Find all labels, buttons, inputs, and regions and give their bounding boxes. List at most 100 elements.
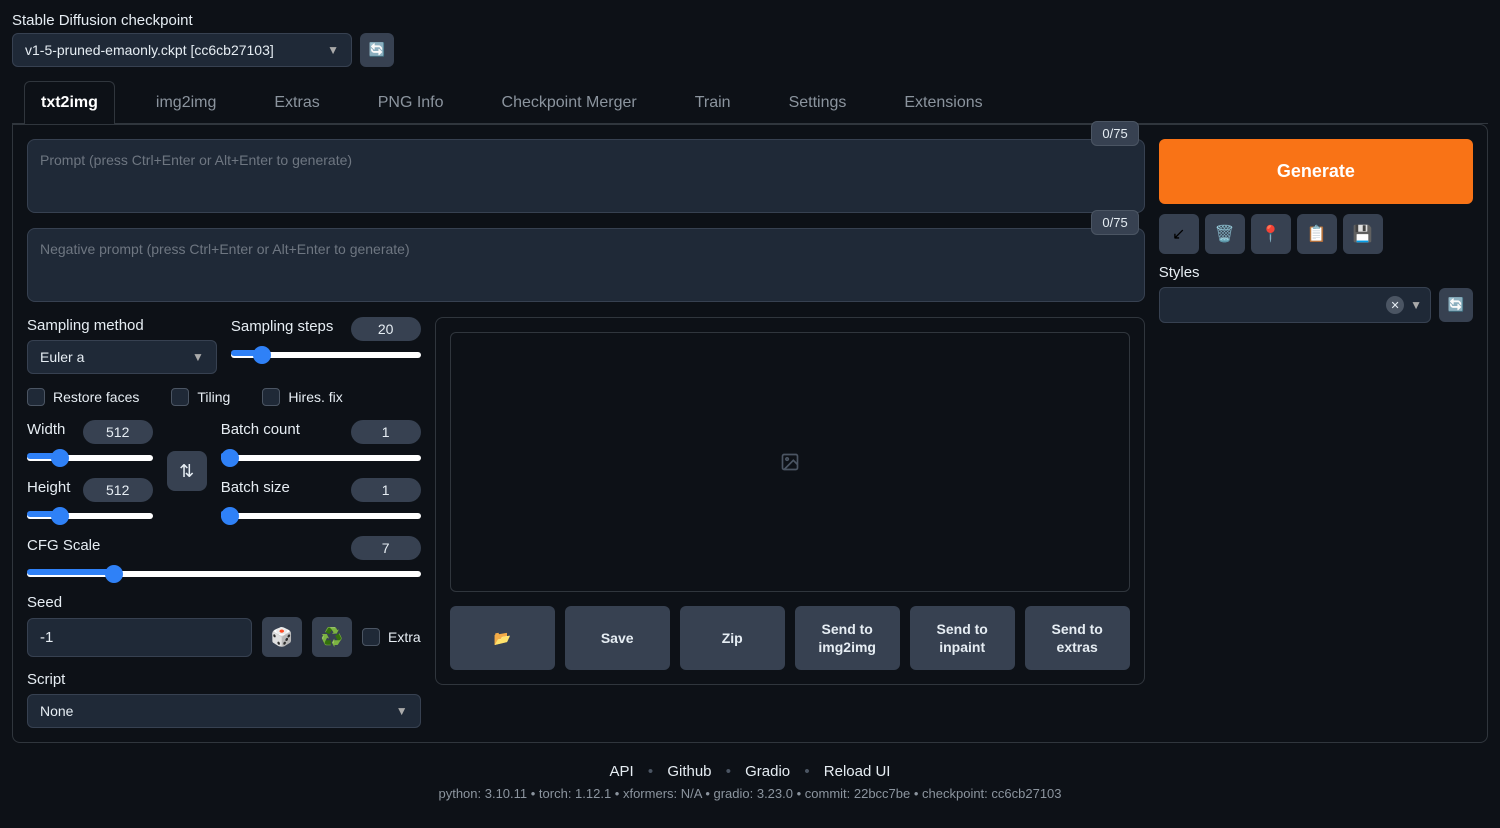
arrow-icon: ↙ bbox=[1172, 224, 1185, 244]
restore-faces-label: Restore faces bbox=[53, 389, 139, 405]
sampling-steps-label: Sampling steps bbox=[231, 318, 334, 335]
tab-txt2img[interactable]: txt2img bbox=[24, 81, 115, 124]
clear-prompt-button[interactable]: 🗑️ bbox=[1205, 214, 1245, 254]
styles-tool-button[interactable]: 📍 bbox=[1251, 214, 1291, 254]
trash-icon: 🗑️ bbox=[1215, 224, 1235, 244]
dice-icon: 🎲 bbox=[271, 627, 293, 648]
send-to-inpaint-button[interactable]: Send to inpaint bbox=[910, 606, 1015, 670]
tiling-label: Tiling bbox=[197, 389, 230, 405]
footer: API • Github • Gradio • Reload UI python… bbox=[12, 763, 1488, 801]
randomize-seed-button[interactable]: 🎲 bbox=[262, 617, 302, 657]
image-icon bbox=[780, 452, 800, 472]
width-value[interactable]: 512 bbox=[83, 420, 153, 444]
checkpoint-value: v1-5-pruned-emaonly.ckpt [cc6cb27103] bbox=[25, 42, 274, 58]
negative-prompt-input[interactable] bbox=[27, 228, 1145, 302]
footer-link-github[interactable]: Github bbox=[667, 763, 711, 780]
refresh-styles-button[interactable]: 🔄 bbox=[1439, 288, 1473, 322]
sampling-method-label: Sampling method bbox=[27, 317, 217, 334]
generate-button[interactable]: Generate bbox=[1159, 139, 1473, 204]
send-to-extras-button[interactable]: Send to extras bbox=[1025, 606, 1130, 670]
tab-extensions[interactable]: Extensions bbox=[887, 81, 999, 124]
neg-token-count: 0/75 bbox=[1091, 210, 1138, 235]
zip-button[interactable]: Zip bbox=[680, 606, 785, 670]
checkpoint-section: Stable Diffusion checkpoint v1-5-pruned-… bbox=[12, 12, 1488, 67]
tab-train[interactable]: Train bbox=[678, 81, 748, 124]
paste-button[interactable]: 📋 bbox=[1297, 214, 1337, 254]
height-slider[interactable] bbox=[27, 513, 153, 519]
script-value: None bbox=[40, 703, 73, 719]
chevron-down-icon: ▼ bbox=[192, 350, 204, 364]
styles-dropdown[interactable]: ✕ ▼ bbox=[1159, 287, 1431, 323]
checkbox-icon bbox=[362, 628, 380, 646]
refresh-checkpoint-button[interactable]: 🔄 bbox=[360, 33, 394, 67]
cfg-label: CFG Scale bbox=[27, 537, 100, 554]
refresh-icon: 🔄 bbox=[369, 42, 386, 58]
script-label: Script bbox=[27, 671, 421, 688]
separator-dot: • bbox=[804, 763, 809, 780]
folder-icon: 📂 bbox=[493, 629, 510, 647]
tab-settings[interactable]: Settings bbox=[772, 81, 864, 124]
pin-icon: 📍 bbox=[1261, 224, 1281, 244]
swap-icon: ⇅ bbox=[179, 461, 194, 482]
separator-dot: • bbox=[726, 763, 731, 780]
tab-checkpoint-merger[interactable]: Checkpoint Merger bbox=[485, 81, 654, 124]
open-folder-button[interactable]: 📂 bbox=[450, 606, 555, 670]
save-icon: 💾 bbox=[1353, 224, 1373, 244]
checkpoint-label: Stable Diffusion checkpoint bbox=[12, 12, 1488, 29]
footer-link-reload[interactable]: Reload UI bbox=[824, 763, 891, 780]
chevron-down-icon: ▼ bbox=[396, 704, 408, 718]
arrow-tool-button[interactable]: ↙ bbox=[1159, 214, 1199, 254]
hires-fix-label: Hires. fix bbox=[288, 389, 342, 405]
clipboard-icon: 📋 bbox=[1307, 224, 1327, 244]
height-value[interactable]: 512 bbox=[83, 478, 153, 502]
width-label: Width bbox=[27, 421, 65, 438]
batch-count-slider[interactable] bbox=[221, 455, 421, 461]
sampling-method-dropdown[interactable]: Euler a ▼ bbox=[27, 340, 217, 374]
swap-dimensions-button[interactable]: ⇅ bbox=[167, 451, 207, 491]
output-preview[interactable] bbox=[450, 332, 1130, 592]
checkbox-icon bbox=[27, 388, 45, 406]
prompt-token-count: 0/75 bbox=[1091, 121, 1138, 146]
cfg-value[interactable]: 7 bbox=[351, 536, 421, 560]
checkbox-icon bbox=[262, 388, 280, 406]
seed-input[interactable] bbox=[27, 618, 252, 657]
save-button[interactable]: Save bbox=[565, 606, 670, 670]
restore-faces-checkbox[interactable]: Restore faces bbox=[27, 388, 139, 406]
sampling-steps-value[interactable]: 20 bbox=[351, 317, 421, 341]
cfg-slider[interactable] bbox=[27, 571, 421, 577]
reuse-seed-button[interactable]: ♻️ bbox=[312, 617, 352, 657]
footer-link-api[interactable]: API bbox=[610, 763, 634, 780]
batch-size-slider[interactable] bbox=[221, 513, 421, 519]
output-area: 📂 Save Zip Send to img2img Send to inpai… bbox=[435, 317, 1145, 685]
seed-extra-checkbox[interactable]: Extra bbox=[362, 628, 421, 646]
batch-size-value[interactable]: 1 bbox=[351, 478, 421, 502]
recycle-icon: ♻️ bbox=[321, 627, 343, 648]
save-style-button[interactable]: 💾 bbox=[1343, 214, 1383, 254]
checkpoint-dropdown[interactable]: v1-5-pruned-emaonly.ckpt [cc6cb27103] ▼ bbox=[12, 33, 352, 67]
tab-img2img[interactable]: img2img bbox=[139, 81, 233, 124]
sampling-steps-slider[interactable] bbox=[231, 352, 421, 358]
main-panel: 0/75 0/75 Sampling method Euler a ▼ bbox=[12, 124, 1488, 743]
prompt-input[interactable] bbox=[27, 139, 1145, 213]
checkbox-icon bbox=[171, 388, 189, 406]
batch-count-value[interactable]: 1 bbox=[351, 420, 421, 444]
tab-pnginfo[interactable]: PNG Info bbox=[361, 81, 461, 124]
chevron-down-icon: ▼ bbox=[1410, 298, 1422, 312]
tab-extras[interactable]: Extras bbox=[257, 81, 336, 124]
styles-label: Styles bbox=[1159, 264, 1473, 281]
footer-info: python: 3.10.11 • torch: 1.12.1 • xforme… bbox=[12, 786, 1488, 801]
refresh-icon: 🔄 bbox=[1448, 297, 1465, 313]
main-tabs: txt2img img2img Extras PNG Info Checkpoi… bbox=[12, 81, 1488, 124]
footer-link-gradio[interactable]: Gradio bbox=[745, 763, 790, 780]
clear-styles-button[interactable]: ✕ bbox=[1386, 296, 1404, 314]
seed-label: Seed bbox=[27, 594, 421, 611]
chevron-down-icon: ▼ bbox=[327, 43, 339, 57]
send-to-img2img-button[interactable]: Send to img2img bbox=[795, 606, 900, 670]
script-dropdown[interactable]: None ▼ bbox=[27, 694, 421, 728]
hires-fix-checkbox[interactable]: Hires. fix bbox=[262, 388, 342, 406]
width-slider[interactable] bbox=[27, 455, 153, 461]
batch-size-label: Batch size bbox=[221, 479, 290, 496]
tiling-checkbox[interactable]: Tiling bbox=[171, 388, 230, 406]
negative-prompt-area: 0/75 bbox=[27, 228, 1145, 305]
batch-count-label: Batch count bbox=[221, 421, 300, 438]
